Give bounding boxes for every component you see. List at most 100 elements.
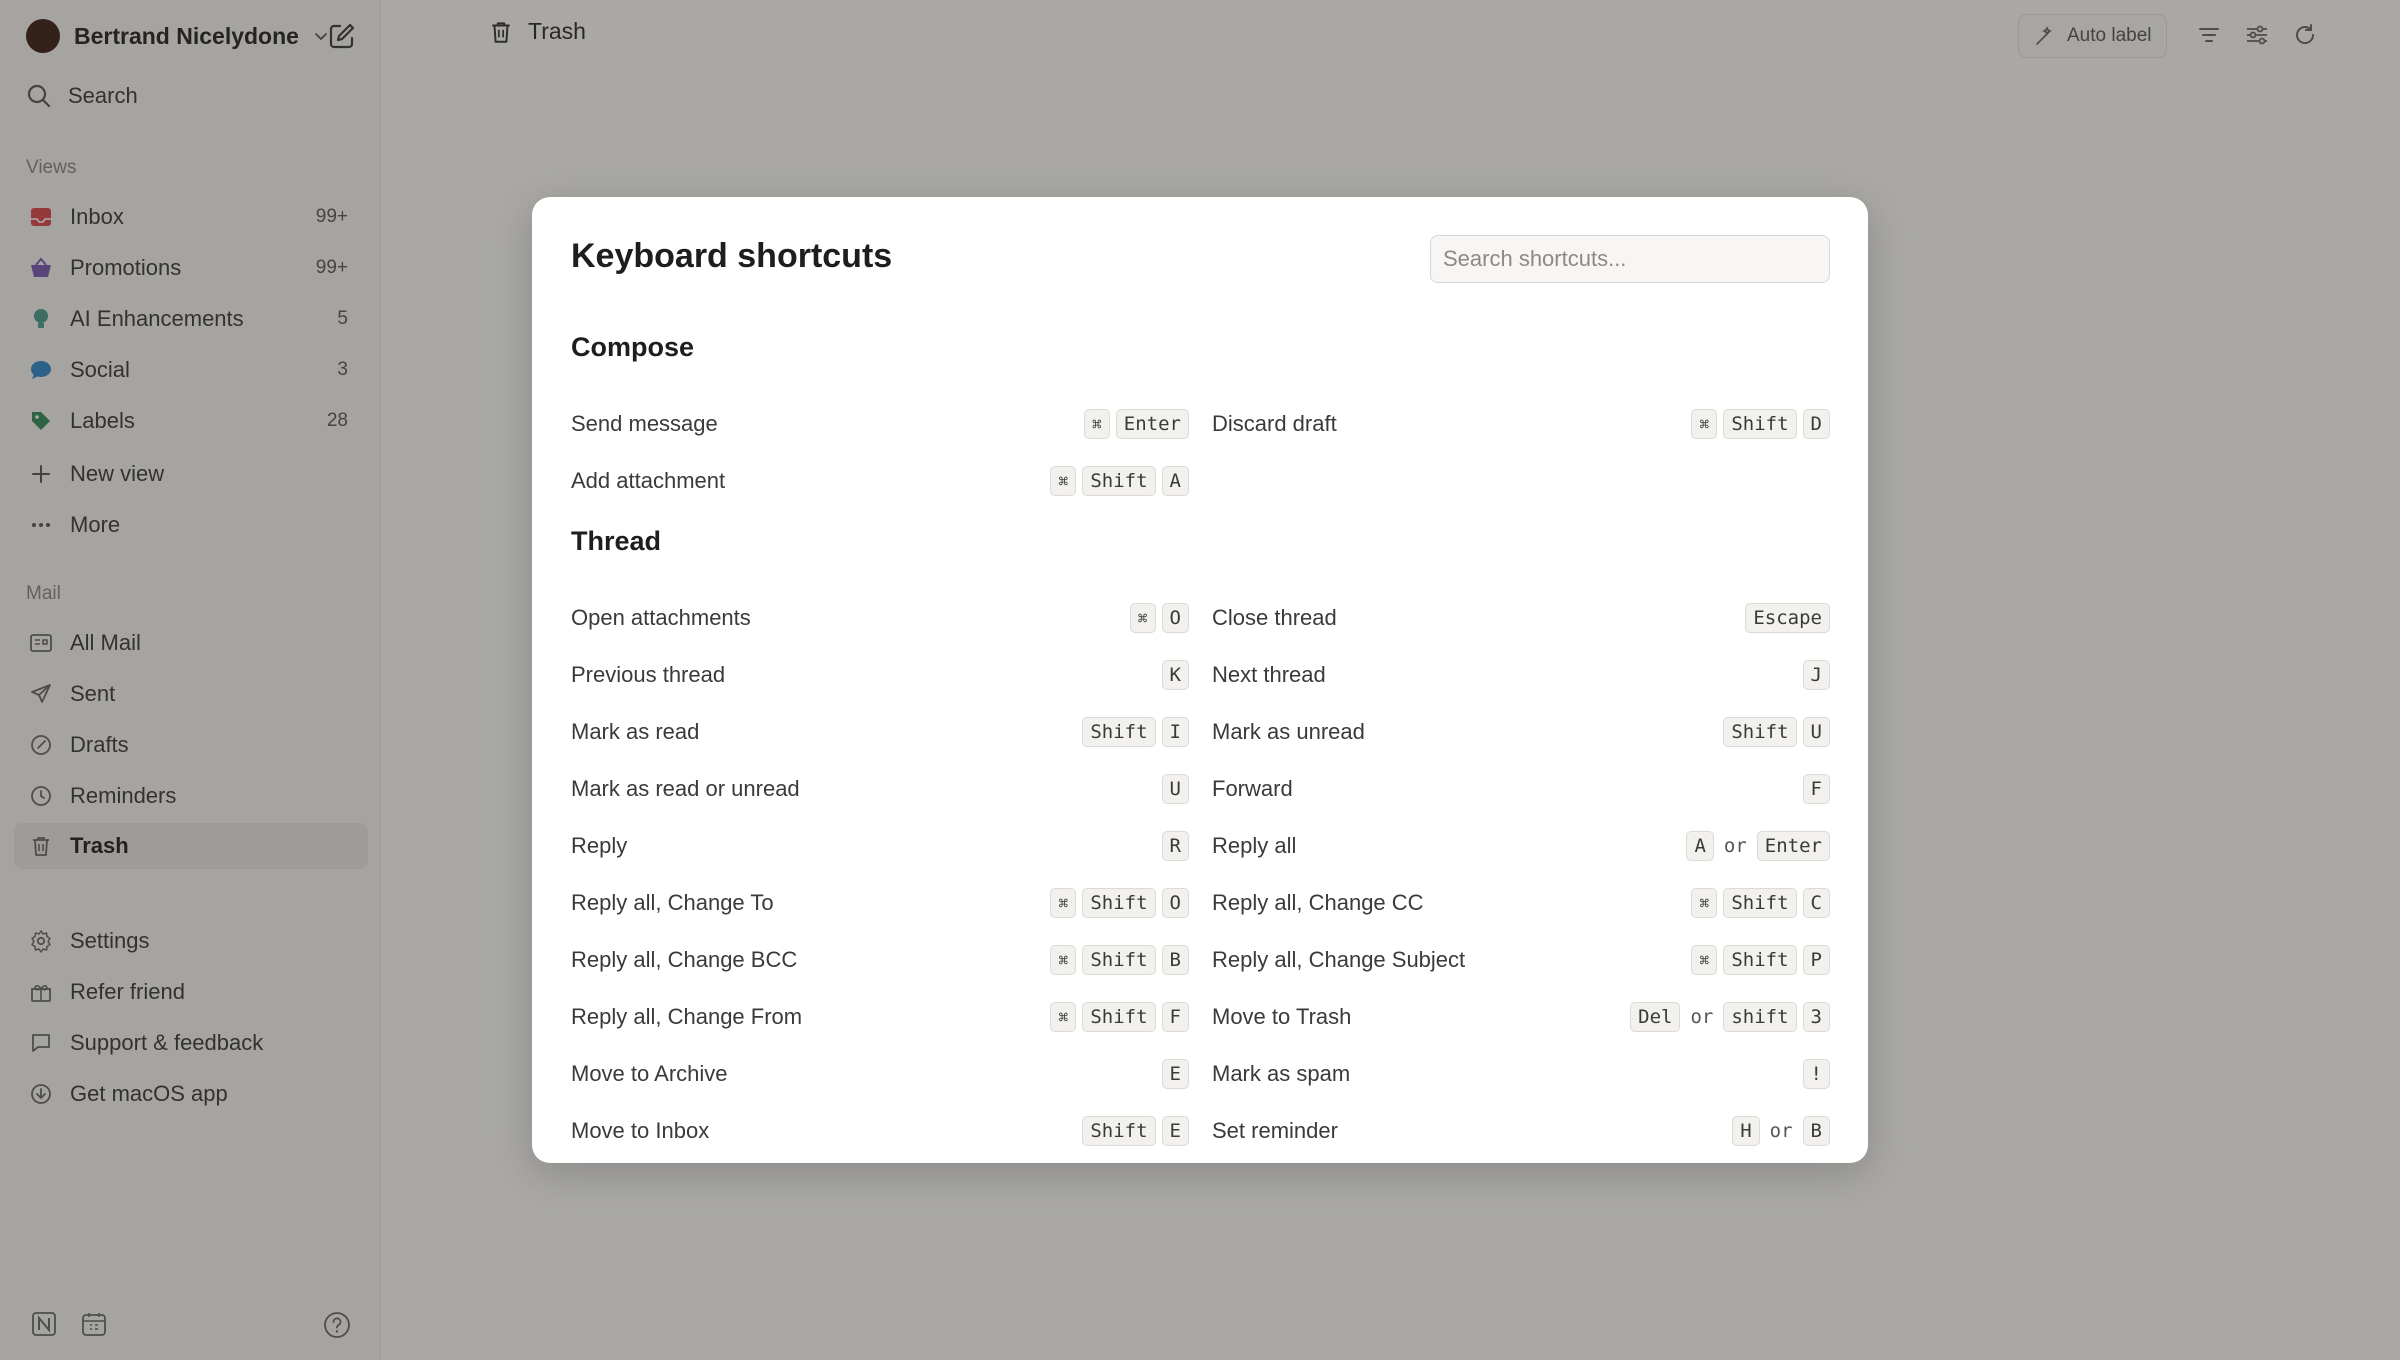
shortcut-label: Forward [1212,776,1293,801]
shortcut-keys: Del or shift 3 [1630,1002,1830,1032]
shortcut-row-move-to-inbox: Move to Inbox Shift E [571,1113,1189,1149]
command-key-icon: ⌘ [1050,888,1077,918]
shortcut-keys: J [1802,660,1830,690]
shortcut-label: Reply all, Change From [571,1004,803,1029]
shortcut-row-move-to-trash: Move to Trash Del or shift 3 [1212,999,1830,1035]
shortcut-row-next-thread: Next thread J [1212,657,1830,693]
command-key-icon: ⌘ [1129,603,1156,633]
key-cap: F [1161,1002,1189,1032]
shortcut-keys: ⌘ Shift C [1691,888,1830,918]
key-cap: C [1802,888,1830,918]
shortcut-keys: ⌘ Shift B [1050,945,1189,975]
shortcut-row-reply-all: Reply all Aor Enter [1212,828,1830,864]
keyboard-shortcuts-dialog: Keyboard shortcuts Compose Thread Send m… [532,197,1868,1163]
shortcut-row-move-to-archive: Move to Archive E [571,1056,1189,1092]
shortcut-row-mark-as-spam: Mark as spam! [1212,1056,1830,1092]
command-key-icon: ⌘ [1050,466,1077,496]
command-key-icon: ⌘ [1050,945,1077,975]
key-cap: 3 [1802,1002,1830,1032]
command-key-icon: ⌘ [1691,888,1718,918]
shortcut-keys: ⌘ Shift D [1691,409,1830,439]
shortcut-row-open-attachments: Open attachments ⌘ O [571,600,1189,636]
shortcut-label: Move to Trash [1212,1004,1352,1029]
shortcut-label: Reply [571,833,628,858]
shortcut-row-reply-all-change-cc: Reply all, Change CC ⌘ Shift C [1212,885,1830,921]
shortcut-row-set-reminder: Set reminder Hor B [1212,1113,1830,1149]
shortcut-label: Send message [571,411,718,436]
key-cap: Shift [1723,409,1797,439]
key-cap: K [1161,660,1189,690]
key-cap: U [1161,774,1189,804]
shortcut-label: Open attachments [571,605,751,630]
shortcut-row-reply-all-change-to: Reply all, Change To ⌘ Shift O [571,885,1189,921]
shortcut-label: Mark as read [571,719,700,744]
key-cap: shift [1723,1002,1797,1032]
key-cap: J [1802,660,1830,690]
shortcut-row-reply-all-change-from: Reply all, Change From ⌘ Shift F [571,999,1189,1035]
shortcut-label: Reply all, Change Subject [1212,947,1466,972]
shortcut-row-mark-as-read: Mark as read Shift I [571,714,1189,750]
search-shortcuts-input[interactable] [1430,235,1830,283]
dialog-title: Keyboard shortcuts [571,237,893,275]
key-cap: A [1161,466,1189,496]
shortcut-keys: ⌘ Shift P [1691,945,1830,975]
key-cap: D [1802,409,1830,439]
or-separator: or [1769,1120,1793,1142]
shortcut-row-previous-thread: Previous thread K [571,657,1189,693]
shortcut-keys: U [1161,774,1189,804]
key-cap: Del [1630,1002,1681,1032]
shortcut-label: Set reminder [1212,1118,1338,1143]
key-cap: Shift [1082,888,1156,918]
shortcut-label: Mark as read or unread [571,776,800,801]
shortcut-row-close-thread: Close thread Escape [1212,600,1830,636]
key-cap: U [1802,717,1830,747]
shortcut-keys: ⌘ O [1129,603,1189,633]
command-key-icon: ⌘ [1691,945,1718,975]
shortcut-label: Previous thread [571,662,726,687]
key-cap: P [1802,945,1830,975]
or-separator: or [1723,835,1747,857]
shortcut-row-mark-as-read-or-unread: Mark as read or unread U [571,771,1189,807]
shortcut-row-send-message: Send message ⌘ Enter [571,406,1189,442]
shortcut-keys: R [1161,831,1189,861]
shortcut-keys: Hor B [1732,1116,1830,1146]
shortcut-label: Next thread [1212,662,1326,687]
shortcut-keys: K [1161,660,1189,690]
shortcut-row-add-attachment: Add attachment ⌘ Shift A [571,463,1189,499]
shortcut-label: Mark as spam [1212,1061,1351,1086]
or-separator: or [1690,1006,1714,1028]
shortcut-row-reply: Reply R [571,828,1189,864]
key-cap: Escape [1745,603,1830,633]
key-cap: R [1161,831,1189,861]
key-cap: B [1161,945,1189,975]
key-cap: O [1161,603,1189,633]
key-cap: I [1161,717,1189,747]
shortcut-label: Mark as unread [1212,719,1365,744]
shortcut-label: Move to Inbox [571,1118,710,1143]
key-cap: Shift [1082,945,1156,975]
shortcut-keys: ⌘ Shift A [1050,466,1189,496]
command-key-icon: ⌘ [1083,409,1110,439]
key-cap: Enter [1115,409,1189,439]
key-cap: Shift [1082,717,1156,747]
shortcut-row-reply-all-change-subject: Reply all, Change Subject ⌘ Shift P [1212,942,1830,978]
shortcut-label: Add attachment [571,468,726,493]
shortcut-row-reply-all-change-bcc: Reply all, Change BCC ⌘ Shift B [571,942,1189,978]
shortcut-label: Discard draft [1212,411,1337,436]
shortcut-label: Reply all, Change To [571,890,774,915]
shortcut-keys: E [1161,1059,1189,1089]
key-cap: Shift [1723,945,1797,975]
key-cap: ! [1802,1059,1830,1089]
shortcut-label: Move to Archive [571,1061,728,1086]
key-cap: Enter [1756,831,1830,861]
shortcut-row-discard-draft: Discard draft ⌘ Shift D [1212,406,1830,442]
command-key-icon: ⌘ [1050,1002,1077,1032]
shortcut-keys: ⌘ Shift F [1050,1002,1189,1032]
shortcut-keys: Escape [1745,603,1830,633]
key-cap: E [1161,1116,1189,1146]
shortcut-keys: ⌘ Enter [1083,409,1189,439]
key-cap: F [1802,774,1830,804]
key-cap: Shift [1723,888,1797,918]
shortcut-keys: ⌘ Shift O [1050,888,1189,918]
shortcut-row-mark-as-unread: Mark as unread Shift U [1212,714,1830,750]
